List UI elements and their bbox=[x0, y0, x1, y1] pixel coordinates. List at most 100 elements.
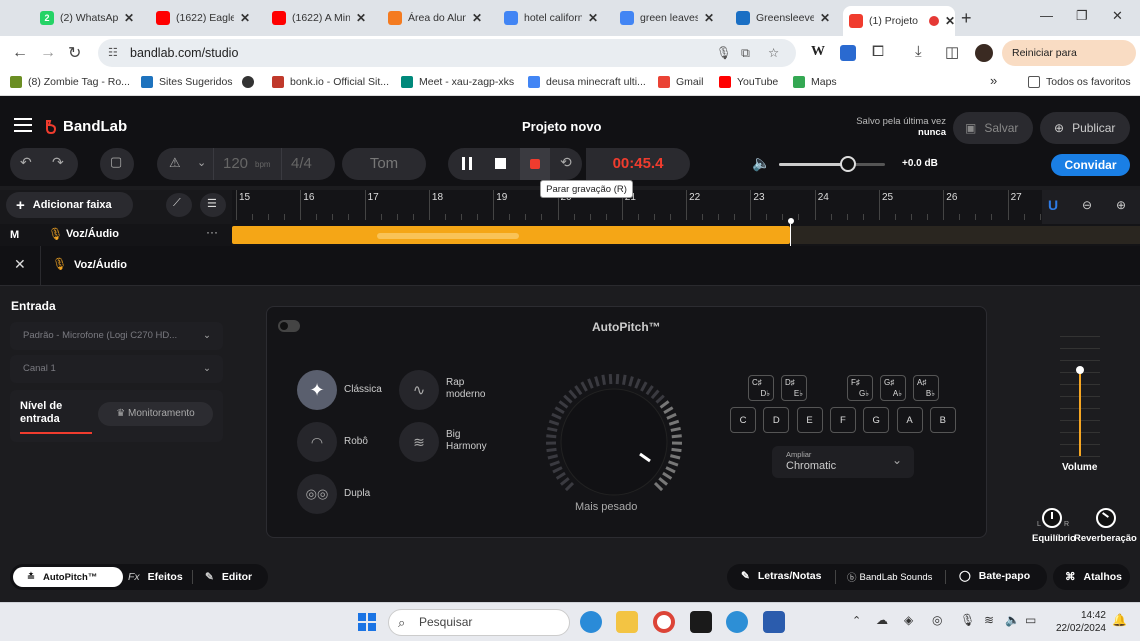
bookmark-item[interactable]: Maps bbox=[793, 76, 837, 88]
bpm-value[interactable]: 120 bbox=[223, 155, 248, 172]
mode-classic[interactable]: ✦ bbox=[297, 370, 337, 410]
chevron-down-icon[interactable]: ⌄ bbox=[197, 156, 206, 169]
extension-icon[interactable] bbox=[840, 45, 856, 61]
scale-select[interactable]: Ampliar Chromatic ⌄ bbox=[772, 446, 914, 478]
site-settings-icon[interactable]: ☷ bbox=[108, 39, 118, 67]
audio-region[interactable] bbox=[232, 226, 790, 244]
time-signature[interactable]: 4/4 bbox=[291, 155, 312, 172]
bandlab-logo[interactable]: BandLab bbox=[43, 118, 127, 135]
browser-tab[interactable]: (1622) Eagles ✕ bbox=[150, 6, 264, 30]
close-tab-icon[interactable]: ✕ bbox=[945, 14, 955, 28]
reload-icon[interactable]: ↻ bbox=[68, 43, 81, 63]
tab-editor[interactable]: ✎ Editor bbox=[205, 567, 252, 587]
sidepanel-icon[interactable]: ◫ bbox=[945, 43, 959, 61]
input-device-select[interactable]: Padrão - Microfone (Logi C270 HD... ⌄ bbox=[10, 322, 223, 350]
key-natural[interactable]: D bbox=[763, 407, 790, 433]
close-tab-icon[interactable]: ✕ bbox=[472, 11, 482, 25]
volume-fader[interactable] bbox=[1060, 336, 1100, 457]
key-natural[interactable]: F bbox=[829, 407, 856, 433]
browser-tab[interactable]: green leaves ✕ bbox=[614, 6, 728, 30]
pause-icon[interactable] bbox=[462, 157, 472, 170]
restore-icon[interactable]: ❐ bbox=[1076, 8, 1088, 24]
key-sharp[interactable]: C♯ D♭ bbox=[748, 375, 774, 401]
download-icon[interactable]: ⤓ bbox=[915, 43, 922, 60]
key-natural[interactable]: G bbox=[863, 407, 890, 433]
address-bar[interactable]: ☷ bandlab.com/studio 🎙 ⧉ ☆ bbox=[98, 39, 796, 67]
close-tab-icon[interactable]: ✕ bbox=[240, 11, 250, 25]
timeline-ruler[interactable]: 15161718192021222324252627 bbox=[232, 190, 1057, 224]
close-tab-icon[interactable]: ✕ bbox=[704, 11, 714, 25]
redo-icon[interactable]: ↷ bbox=[52, 154, 64, 171]
track-options-button[interactable]: ··· bbox=[206, 225, 218, 239]
publish-button[interactable]: ⊕ Publicar bbox=[1040, 112, 1130, 144]
autopitch-toggle[interactable] bbox=[278, 320, 300, 332]
browser-tab[interactable]: (1) Projeto ✕ bbox=[843, 6, 955, 36]
key-sharp[interactable]: G♯ A♭ bbox=[880, 375, 906, 401]
bookmark-item[interactable]: deusa minecraft ulti... bbox=[528, 76, 646, 88]
key-natural[interactable]: B bbox=[929, 407, 956, 433]
browser-tab[interactable]: Área do Aluno ✕ bbox=[382, 6, 496, 30]
save-button[interactable]: ▣ Salvar bbox=[953, 112, 1033, 144]
battery-icon[interactable]: ▭ bbox=[1025, 613, 1036, 627]
playhead[interactable] bbox=[788, 218, 794, 224]
record-button[interactable] bbox=[520, 148, 550, 180]
minimize-icon[interactable]: — bbox=[1040, 8, 1053, 23]
mixer-button[interactable]: ☰ bbox=[200, 193, 226, 217]
mode-double[interactable]: ◎◎ bbox=[297, 474, 337, 514]
close-tab-icon[interactable]: ✕ bbox=[820, 11, 830, 25]
bookmark-item[interactable]: YouTube bbox=[719, 76, 778, 88]
chevron-up-icon[interactable]: ⌃ bbox=[852, 614, 861, 627]
mode-robot[interactable]: ◠ bbox=[297, 422, 337, 462]
browser-tab[interactable]: Greensleeves ✕ bbox=[730, 6, 844, 30]
notification-icon[interactable]: 🔔 bbox=[1112, 613, 1127, 627]
tab-effects[interactable]: Fx Efeitos bbox=[128, 567, 183, 587]
mute-button[interactable]: M bbox=[10, 229, 19, 241]
cloud-icon[interactable]: ☁ bbox=[876, 613, 888, 627]
menu-icon[interactable] bbox=[14, 118, 32, 132]
bookmark-item[interactable]: bonk.io - Official Sit... bbox=[272, 76, 389, 88]
speaker-icon[interactable]: 🔈 bbox=[752, 154, 771, 172]
close-tab-icon[interactable]: ✕ bbox=[588, 11, 598, 25]
key-natural[interactable]: A bbox=[896, 407, 923, 433]
chrome-icon[interactable] bbox=[653, 611, 675, 633]
region-scroll-thumb[interactable] bbox=[377, 233, 519, 239]
windows-start-icon[interactable] bbox=[358, 613, 376, 631]
browser-tab[interactable]: hotel california ✕ bbox=[498, 6, 612, 30]
shortcuts-button[interactable]: ⌘ Atalhos bbox=[1053, 564, 1130, 590]
bookmark-item[interactable]: Sites Sugeridos bbox=[141, 76, 233, 88]
snap-magnet-icon[interactable]: U bbox=[1048, 197, 1058, 213]
key-sharp[interactable]: A♯ B♭ bbox=[913, 375, 939, 401]
bookmark-item[interactable]: Gmail bbox=[658, 76, 703, 88]
update-button[interactable]: Reiniciar para atualizar⋮ bbox=[1002, 40, 1136, 85]
monitor-button[interactable]: ♛ Monitoramento bbox=[98, 402, 213, 426]
musescore-icon[interactable] bbox=[726, 611, 748, 633]
channel-select[interactable]: Canal 1 ⌄ bbox=[10, 355, 223, 383]
extensions-puzzle-icon[interactable]: ⧠ bbox=[872, 43, 884, 60]
project-title[interactable]: Projeto novo bbox=[522, 119, 601, 134]
taskbar-search[interactable]: ⌕ Pesquisar bbox=[388, 609, 570, 636]
clock[interactable]: 14:42 22/02/2024 bbox=[1050, 609, 1106, 635]
volume-icon[interactable]: 🔈 bbox=[1005, 613, 1020, 627]
bookmark-item[interactable]: (8) Zombie Tag - Ro... bbox=[10, 76, 130, 88]
bookmark-item[interactable] bbox=[242, 76, 260, 88]
wifi-icon[interactable]: ≋ bbox=[984, 613, 994, 627]
metronome-icon[interactable]: ⚠ bbox=[169, 155, 181, 171]
tab-autopitch[interactable]: ≛ AutoPitch™ bbox=[13, 567, 123, 587]
quantize-button[interactable]: ▢ bbox=[100, 148, 134, 180]
key-sharp[interactable]: F♯ G♭ bbox=[847, 375, 873, 401]
tuner-button[interactable]: ⟋ bbox=[166, 193, 192, 217]
edge-icon[interactable] bbox=[580, 611, 602, 633]
mic-icon[interactable]: 🎙 bbox=[716, 39, 732, 67]
game-app-icon[interactable] bbox=[690, 611, 712, 633]
key-button[interactable]: Tom bbox=[342, 148, 426, 180]
mode-big-harmony[interactable]: ≋ bbox=[399, 422, 439, 462]
word-icon[interactable] bbox=[763, 611, 785, 633]
zoom-in-icon[interactable]: ⊕ bbox=[1116, 198, 1126, 212]
network-app-icon[interactable]: ◎ bbox=[932, 613, 942, 627]
forward-icon[interactable]: → bbox=[40, 44, 56, 62]
mic-icon[interactable]: 🎙 bbox=[960, 613, 975, 627]
key-natural[interactable]: E bbox=[796, 407, 823, 433]
cast-icon[interactable]: ⧉ bbox=[741, 39, 750, 67]
zoom-out-icon[interactable]: ⊖ bbox=[1082, 198, 1092, 212]
fader-handle[interactable] bbox=[1076, 366, 1084, 374]
